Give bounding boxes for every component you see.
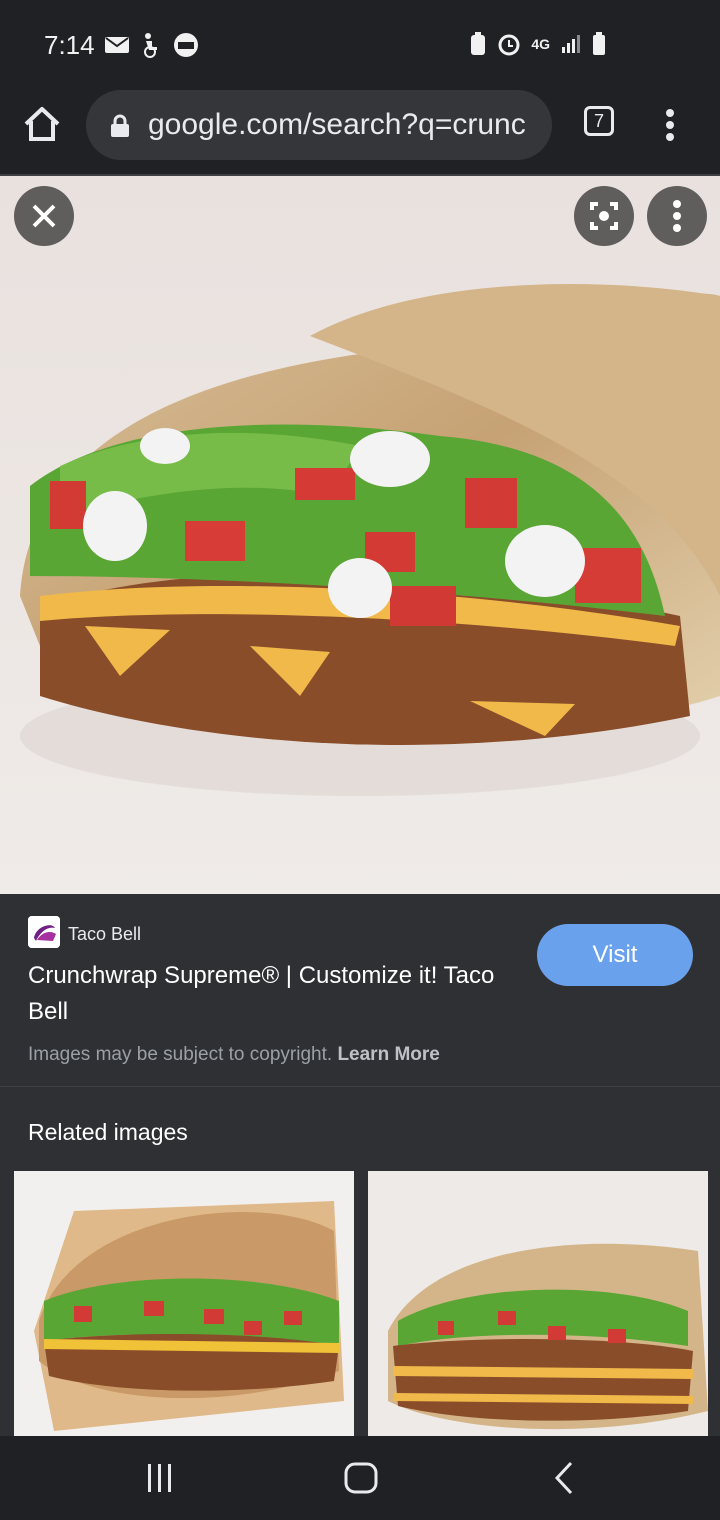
learn-more-link[interactable]: Learn More bbox=[337, 1044, 439, 1065]
visit-button[interactable]: Visit bbox=[537, 924, 693, 986]
recents-icon[interactable] bbox=[140, 1458, 180, 1498]
close-viewer-button[interactable] bbox=[14, 186, 74, 246]
lens-icon bbox=[590, 202, 618, 230]
fox-bet-icon bbox=[174, 33, 198, 57]
browser-toolbar: google.com/search?q=crunc 7 bbox=[0, 88, 720, 176]
lock-icon bbox=[111, 114, 129, 137]
image-viewer[interactable] bbox=[0, 176, 720, 894]
image-info-panel: Taco Bell Visit Crunchwrap Supreme® | Cu… bbox=[0, 894, 720, 1086]
accessibility-icon bbox=[144, 33, 157, 58]
related-image-thumbnail[interactable] bbox=[368, 1171, 708, 1439]
related-images-title: Related images bbox=[28, 1119, 188, 1145]
crunchwrap-image bbox=[0, 176, 720, 894]
status-time: 7:14 bbox=[44, 30, 95, 60]
more-vert-icon[interactable] bbox=[660, 108, 680, 142]
source-name[interactable]: Taco Bell bbox=[68, 924, 141, 945]
notification-icons bbox=[104, 32, 200, 58]
signal-icon bbox=[562, 35, 580, 53]
battery-saver-icon bbox=[471, 32, 486, 55]
taco-bell-logo bbox=[28, 916, 60, 948]
tab-switcher-button[interactable]: 7 bbox=[584, 106, 614, 136]
lens-search-button[interactable] bbox=[574, 186, 634, 246]
system-navigation-bar bbox=[0, 1436, 720, 1520]
result-title[interactable]: Crunchwrap Supreme® | Customize it! Taco… bbox=[28, 958, 528, 1030]
copyright-notice: Images may be subject to copyright. Lear… bbox=[28, 1044, 440, 1066]
related-images-section: Related images bbox=[0, 1086, 720, 1439]
address-bar[interactable]: google.com/search?q=crunc bbox=[86, 90, 552, 160]
copyright-text: Images may be subject to copyright. bbox=[28, 1044, 333, 1065]
mail-icon bbox=[105, 37, 129, 53]
home-icon[interactable] bbox=[22, 104, 62, 144]
related-image-thumbnail[interactable] bbox=[14, 1171, 354, 1439]
battery-icon bbox=[593, 32, 605, 55]
status-bar: 7:14 4G bbox=[0, 0, 720, 88]
nav-home-icon[interactable] bbox=[341, 1458, 381, 1498]
close-icon bbox=[32, 204, 56, 228]
back-icon[interactable] bbox=[545, 1458, 585, 1498]
url-text[interactable]: google.com/search?q=crunc bbox=[148, 108, 538, 142]
alarm-icon bbox=[498, 34, 520, 56]
viewer-menu-button[interactable] bbox=[647, 186, 707, 246]
network-type: 4G bbox=[531, 36, 550, 52]
more-vert-icon bbox=[673, 200, 681, 232]
system-icons: 4G bbox=[469, 32, 606, 56]
